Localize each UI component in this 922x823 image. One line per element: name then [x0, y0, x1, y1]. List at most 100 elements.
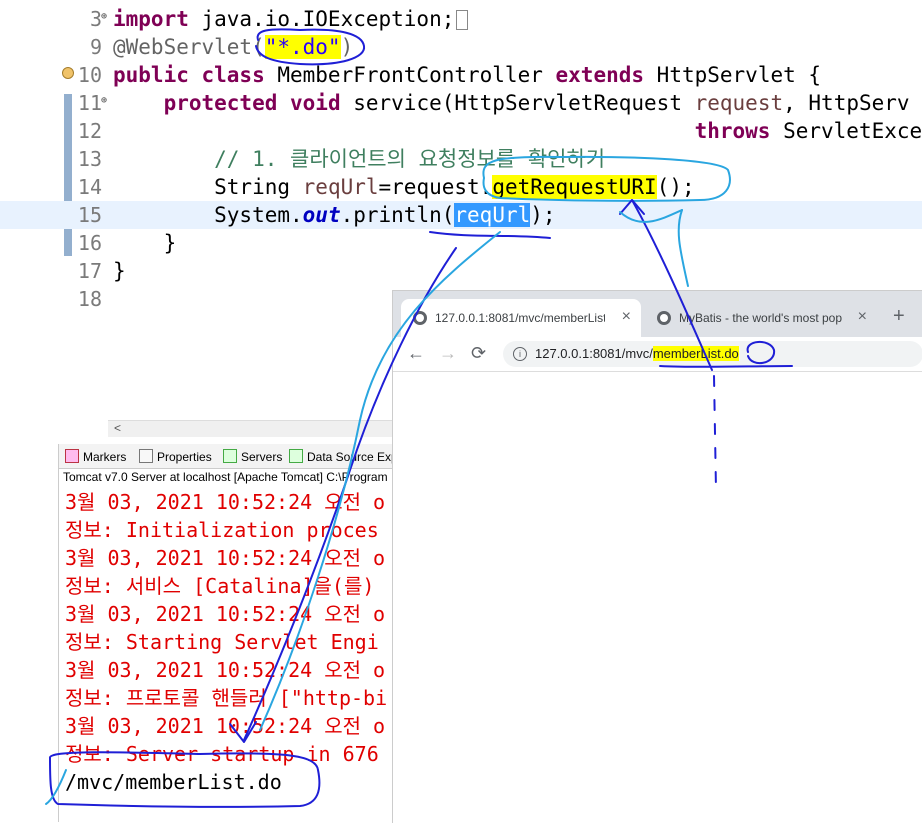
close-tab-icon[interactable]: ×: [622, 308, 631, 326]
info-icon[interactable]: i: [513, 347, 527, 361]
code-token: =request.: [378, 175, 493, 199]
code-line[interactable]: 10 public class MemberFrontController ext…: [0, 61, 922, 89]
code-text: throws ServletExcepti: [113, 117, 922, 145]
code-token: throws: [694, 119, 771, 143]
code-token: );: [530, 203, 556, 227]
console-panel: Markers Properties Servers Data Source E…: [58, 444, 397, 822]
scroll-left-icon[interactable]: <: [114, 421, 121, 435]
code-token: out: [302, 203, 341, 227]
console-title: Tomcat v7.0 Server at localhost [Apache …: [63, 470, 388, 484]
code-text: protected void service(HttpServletReques…: [113, 89, 910, 117]
console-log-line: 3월 03, 2021 10:52:24 오전 o: [65, 658, 386, 682]
code-token: MemberFrontController: [264, 63, 556, 87]
globe-icon: [413, 311, 427, 325]
line-number: 12: [77, 119, 102, 143]
code-token: System.: [113, 203, 303, 227]
new-tab-button[interactable]: +: [893, 305, 905, 328]
data-source-icon: [289, 449, 303, 463]
code-token: reqUrl: [302, 175, 379, 199]
line-number: 11: [77, 91, 102, 115]
console-log-line: 3월 03, 2021 10:52:24 오전 o: [65, 546, 386, 570]
code-line[interactable]: 9 @WebServlet("*.do"): [0, 33, 922, 61]
code-text: System.out.println(reqUrl);: [113, 201, 556, 229]
warning-icon[interactable]: [62, 67, 74, 79]
line-number: 3: [89, 7, 102, 31]
code-text: @WebServlet("*.do"): [113, 33, 353, 61]
code-text: import java.io.IOException;: [113, 5, 469, 33]
code-token: ServletExcepti: [783, 119, 922, 143]
line-number: 13: [77, 147, 102, 171]
code-token: public class: [113, 63, 265, 87]
address-bar[interactable]: i 127.0.0.1:8081/mvc/memberList.do: [503, 341, 922, 367]
tab-markers[interactable]: Markers: [65, 448, 126, 466]
code-text: public class MemberFrontController exten…: [113, 61, 821, 89]
code-text: String reqUrl=request.getRequestURI();: [113, 173, 695, 201]
code-token: , HttpServ: [783, 91, 910, 115]
code-line[interactable]: 16 }: [0, 229, 922, 257]
console-log-line: 정보: 프로토콜 핸들러 ["http-bi: [65, 686, 388, 710]
reload-button[interactable]: ⟳: [471, 343, 486, 364]
code-line[interactable]: 17}: [0, 257, 922, 285]
markers-icon: [65, 449, 79, 463]
console-output-line: /mvc/memberList.do: [65, 770, 282, 794]
code-token: getRequestURI: [492, 175, 657, 199]
code-token: java.io.IOException;: [188, 7, 455, 31]
code-token: }: [113, 231, 177, 255]
tab-data-source-explorer[interactable]: Data Source Exp: [289, 448, 397, 466]
fold-collapse-icon[interactable]: ⊕: [101, 87, 107, 115]
code-token: }: [113, 259, 126, 283]
tab-properties[interactable]: Properties: [139, 448, 212, 466]
code-text: }: [113, 257, 126, 285]
browser-tab-memberlist[interactable]: 127.0.0.1:8081/mvc/memberList ×: [401, 299, 641, 337]
code-token: // 1. 클라이언트의 요청정보를 확인하기: [214, 147, 606, 171]
console-log-line: 3월 03, 2021 10:52:24 오전 o: [65, 714, 386, 738]
console-log-line: 3월 03, 2021 10:52:24 오전 o: [65, 602, 386, 626]
browser-tab-mybatis[interactable]: MyBatis - the world's most pop ×: [645, 299, 877, 337]
forward-button[interactable]: →: [439, 343, 457, 364]
console-log-line: 3월 03, 2021 10:52:24 오전 o: [65, 490, 386, 514]
code-token: .println(: [340, 203, 455, 227]
code-token: request: [694, 91, 784, 115]
close-tab-icon[interactable]: ×: [858, 308, 867, 326]
browser-toolbar: ← → ⟳ i 127.0.0.1:8081/mvc/memberList.do: [393, 337, 922, 372]
folded-imports-icon[interactable]: [456, 10, 469, 30]
code-token: service(HttpServletRequest: [340, 91, 695, 115]
tab-servers[interactable]: Servers: [223, 448, 282, 466]
code-token: protected void: [163, 91, 341, 115]
code-text: // 1. 클라이언트의 요청정보를 확인하기: [113, 145, 605, 173]
browser-tabstrip: 127.0.0.1:8081/mvc/memberList × MyBatis …: [393, 291, 922, 337]
globe-icon: [657, 311, 671, 325]
code-line[interactable]: 14 String reqUrl=request.getRequestURI()…: [0, 173, 922, 201]
code-line[interactable]: 11 ⊕ protected void service(HttpServletRe…: [0, 89, 922, 117]
console-log-line: 정보: 서비스 [Catalina]을(를): [65, 574, 375, 598]
fold-expand-icon[interactable]: ⊕: [101, 3, 107, 31]
code-token: extends: [555, 63, 645, 87]
properties-icon: [139, 449, 153, 463]
line-number: 17: [77, 259, 102, 283]
code-token: import: [113, 7, 189, 31]
panel-tabs: Markers Properties Servers Data Source E…: [59, 444, 397, 469]
code-line[interactable]: 12 throws ServletExcepti: [0, 117, 922, 145]
code-token: reqUrl: [454, 203, 531, 227]
code-line[interactable]: 13 // 1. 클라이언트의 요청정보를 확인하기: [0, 145, 922, 173]
line-number: 15: [77, 203, 102, 227]
code-line[interactable]: 15 System.out.println(reqUrl);: [0, 201, 922, 229]
servers-icon: [223, 449, 237, 463]
code-token: "*.do": [264, 35, 341, 59]
console-log-line: 정보: Initialization proces: [65, 518, 379, 542]
back-button[interactable]: ←: [407, 343, 425, 364]
code-token: ): [340, 35, 354, 59]
address-url: 127.0.0.1:8081/mvc/memberList.do: [535, 346, 739, 361]
code-token: @WebServlet(: [113, 35, 265, 59]
code-token: String: [113, 175, 303, 199]
line-number: 9: [89, 35, 102, 59]
line-number: 16: [77, 231, 102, 255]
browser-window: 127.0.0.1:8081/mvc/memberList × MyBatis …: [392, 290, 922, 823]
line-number: 14: [77, 175, 102, 199]
console-log-line: 정보: Server startup in 676: [65, 742, 379, 766]
code-line[interactable]: 3 ⊕ import java.io.IOException;: [0, 5, 922, 33]
code-token: ();: [656, 175, 695, 199]
code-text: }: [113, 229, 177, 257]
